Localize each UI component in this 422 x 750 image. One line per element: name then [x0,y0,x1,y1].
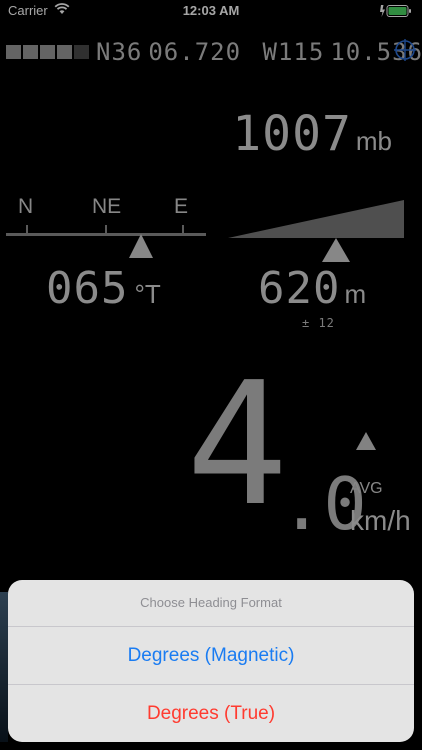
background-glow [0,592,8,742]
action-sheet-title: Choose Heading Format [8,580,414,627]
degrees-true-option[interactable]: Degrees (True) [8,685,414,742]
heading-format-action-sheet: Choose Heading Format Degrees (Magnetic)… [8,580,414,742]
degrees-magnetic-option[interactable]: Degrees (Magnetic) [8,627,414,685]
screen: Carrier 12:03 AM N3606.720 W11510.536 [0,0,422,750]
